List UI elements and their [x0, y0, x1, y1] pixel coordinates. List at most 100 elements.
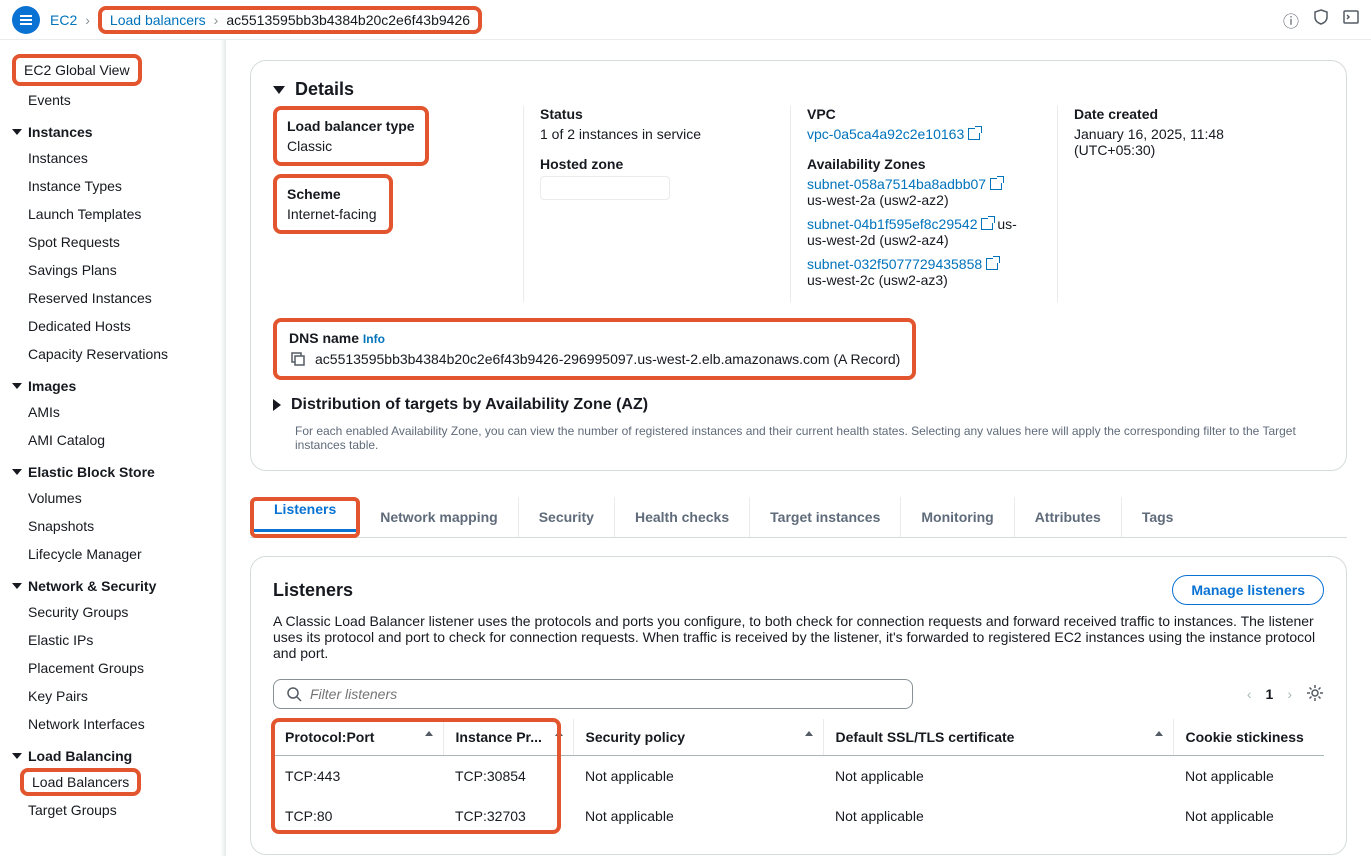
settings-gear-icon[interactable] — [1306, 684, 1324, 705]
lb-type-value: Classic — [287, 138, 415, 154]
subnet-desc-0: us-west-2a (usw2-az2) — [807, 192, 1041, 208]
cell-inst: TCP:32703 — [443, 796, 573, 836]
vpc-label: VPC — [807, 106, 1041, 122]
sidebar-item-target-groups[interactable]: Target Groups — [0, 796, 225, 824]
tab-tags[interactable]: Tags — [1122, 497, 1194, 537]
sidebar-item-snapshots[interactable]: Snapshots — [0, 512, 225, 540]
shield-icon[interactable] — [1313, 9, 1329, 30]
sidebar-item-reserved-instances[interactable]: Reserved Instances — [0, 284, 225, 312]
sidebar-load-balancers-highlight: Load Balancers — [20, 768, 141, 796]
details-col-3: VPC vpc-0a5ca4a92c2e10163 Availability Z… — [791, 106, 1058, 302]
sidebar-group-images[interactable]: Images — [0, 368, 225, 398]
filter-input-wrapper[interactable] — [273, 679, 913, 709]
scheme-value: Internet-facing — [287, 206, 379, 222]
caret-down-icon[interactable] — [273, 86, 285, 94]
details-card: Details Load balancer type Classic Schem… — [250, 60, 1347, 471]
tabs: Listeners Network mapping Security Healt… — [250, 497, 1347, 538]
caret-right-icon[interactable] — [273, 399, 281, 411]
sidebar-item-savings-plans[interactable]: Savings Plans — [0, 256, 225, 284]
sidebar-item-lifecycle-manager[interactable]: Lifecycle Manager — [0, 540, 225, 568]
sidebar-item-elastic-ips[interactable]: Elastic IPs — [0, 626, 225, 654]
breadcrumb: EC2 › Load balancers › ac5513595bb3b4384… — [50, 6, 482, 34]
tab-target-instances[interactable]: Target instances — [750, 497, 901, 537]
sidebar-item-global-view[interactable]: EC2 Global View — [24, 62, 130, 78]
breadcrumb-load-balancers[interactable]: Load balancers — [110, 12, 206, 28]
subnet-link-2[interactable]: subnet-032f5077729435858 — [807, 256, 998, 272]
vpc-link[interactable]: vpc-0a5ca4a92c2e10163 — [807, 126, 980, 142]
col-security-policy[interactable]: Security policy — [573, 719, 823, 756]
sort-icon[interactable] — [555, 731, 563, 736]
subnet-link-1[interactable]: subnet-04b1f595ef8c29542 — [807, 216, 993, 232]
page-next-icon[interactable]: › — [1287, 686, 1292, 702]
sidebar-item-network-interfaces[interactable]: Network Interfaces — [0, 710, 225, 738]
tab-security[interactable]: Security — [519, 497, 615, 537]
cell-sec: Not applicable — [573, 756, 823, 797]
sidebar-item-spot-requests[interactable]: Spot Requests — [0, 228, 225, 256]
subnet-link-0[interactable]: subnet-058a7514ba8adbb07 — [807, 176, 1002, 192]
sidebar-item-key-pairs[interactable]: Key Pairs — [0, 682, 225, 710]
sidebar-group-instances[interactable]: Instances — [0, 114, 225, 144]
sidebar-item-placement-groups[interactable]: Placement Groups — [0, 654, 225, 682]
manage-listeners-button[interactable]: Manage listeners — [1172, 575, 1324, 605]
sidebar-item-dedicated-hosts[interactable]: Dedicated Hosts — [0, 312, 225, 340]
external-link-icon — [968, 128, 980, 140]
terminal-icon[interactable] — [1343, 9, 1359, 30]
sidebar-item-events[interactable]: Events — [0, 86, 225, 114]
subnet-desc-1b: us-west-2d (usw2-az4) — [807, 232, 1041, 248]
caret-down-icon — [12, 753, 22, 759]
status-value: 1 of 2 instances in service — [540, 126, 774, 142]
tab-monitoring[interactable]: Monitoring — [901, 497, 1014, 537]
date-created-label: Date created — [1074, 106, 1308, 122]
col-ssl-cert[interactable]: Default SSL/TLS certificate — [823, 719, 1173, 756]
table-row[interactable]: TCP:443 TCP:30854 Not applicable Not app… — [273, 756, 1324, 797]
sidebar-item-volumes[interactable]: Volumes — [0, 484, 225, 512]
scheme-highlight: Scheme Internet-facing — [273, 174, 393, 234]
col-cookie-stickiness[interactable]: Cookie stickiness — [1173, 719, 1324, 756]
dns-info-link[interactable]: Info — [363, 332, 385, 346]
sidebar-item-security-groups[interactable]: Security Groups — [0, 598, 225, 626]
cell-proto: TCP:443 — [273, 756, 443, 797]
sidebar-global-view-highlight: EC2 Global View — [12, 54, 142, 86]
tab-listeners[interactable]: Listeners — [254, 489, 356, 532]
cell-proto: TCP:80 — [273, 796, 443, 836]
tab-attributes[interactable]: Attributes — [1015, 497, 1122, 537]
hamburger-menu-button[interactable] — [12, 6, 40, 34]
filter-listeners-input[interactable] — [310, 686, 900, 702]
scheme-label: Scheme — [287, 186, 379, 202]
table-row[interactable]: TCP:80 TCP:32703 Not applicable Not appl… — [273, 796, 1324, 836]
tab-health-checks[interactable]: Health checks — [615, 497, 750, 537]
sidebar-item-launch-templates[interactable]: Launch Templates — [0, 200, 225, 228]
cell-ssl: Not applicable — [823, 796, 1173, 836]
search-icon — [286, 686, 302, 702]
cell-cookie: Not applicable — [1173, 756, 1324, 797]
details-col-4: Date created January 16, 2025, 11:48 (UT… — [1058, 106, 1324, 302]
sort-icon[interactable] — [1155, 731, 1163, 736]
dns-value: ac5513595bb3b4384b20c2e6f43b9426-2969950… — [315, 351, 900, 367]
sidebar-item-instances[interactable]: Instances — [0, 144, 225, 172]
hosted-zone-value-box — [540, 176, 670, 200]
sidebar-group-network-security[interactable]: Network & Security — [0, 568, 225, 598]
tab-network-mapping[interactable]: Network mapping — [360, 497, 518, 537]
page-prev-icon[interactable]: ‹ — [1247, 686, 1252, 702]
distribution-block: Distribution of targets by Availability … — [273, 396, 1324, 452]
sidebar-item-instance-types[interactable]: Instance Types — [0, 172, 225, 200]
distribution-title: Distribution of targets by Availability … — [291, 396, 648, 414]
external-link-icon — [990, 178, 1002, 190]
sort-icon[interactable] — [805, 731, 813, 736]
date-created-value: January 16, 2025, 11:48 (UTC+05:30) — [1074, 126, 1308, 158]
sidebar-group-load-balancing[interactable]: Load Balancing — [0, 738, 225, 768]
topbar: EC2 › Load balancers › ac5513595bb3b4384… — [0, 0, 1371, 40]
col-protocol-port[interactable]: Protocol:Port — [273, 719, 443, 756]
info-icon[interactable]: ⓘ — [1283, 8, 1299, 32]
sidebar-group-ebs[interactable]: Elastic Block Store — [0, 454, 225, 484]
sidebar-item-capacity-reservations[interactable]: Capacity Reservations — [0, 340, 225, 368]
col-instance-protocol[interactable]: Instance Pr... — [443, 719, 573, 756]
details-title: Details — [295, 79, 354, 100]
sidebar-item-ami-catalog[interactable]: AMI Catalog — [0, 426, 225, 454]
copy-icon[interactable] — [289, 350, 307, 368]
breadcrumb-ec2[interactable]: EC2 — [50, 12, 77, 28]
sidebar-item-amis[interactable]: AMIs — [0, 398, 225, 426]
sidebar-item-load-balancers[interactable]: Load Balancers — [32, 774, 129, 790]
sort-icon[interactable] — [425, 731, 433, 736]
caret-down-icon — [12, 383, 22, 389]
